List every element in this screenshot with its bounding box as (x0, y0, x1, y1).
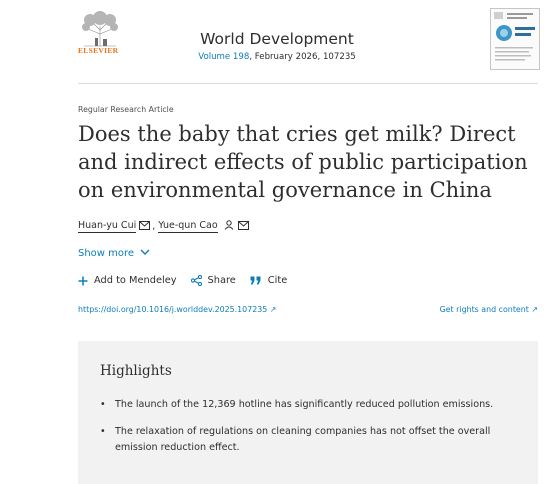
add-to-mendeley-label: Add to Mendeley (94, 275, 177, 286)
quote-icon (250, 276, 262, 285)
rights-link[interactable]: Get rights and content ↗ (440, 305, 538, 314)
journal-cover[interactable] (490, 8, 540, 70)
list-item: The launch of the 12,369 hotline has sig… (100, 397, 500, 413)
highlights-list: The launch of the 12,369 hotline has sig… (100, 397, 500, 467)
article-title: Does the baby that cries get milk? Direc… (78, 122, 528, 202)
author-separator: , (152, 221, 156, 232)
author-link[interactable]: Huan-yu Cui (78, 220, 137, 233)
person-icon[interactable] (224, 220, 234, 233)
share-button[interactable]: Share (190, 275, 236, 286)
article-type: Regular Research Article (78, 105, 174, 114)
issue-info: , February 2026, 107235 (249, 52, 356, 62)
external-link-icon: ↗ (269, 305, 277, 314)
journal-title[interactable]: World Development (0, 30, 554, 48)
mail-icon[interactable] (237, 220, 249, 233)
external-link-icon: ↗ (531, 305, 538, 314)
highlights-title: Highlights (100, 363, 172, 379)
cite-button[interactable]: Cite (250, 275, 287, 286)
author-link[interactable]: Yue-qun Cao (158, 220, 218, 233)
list-item: The relaxation of regulations on cleanin… (100, 424, 500, 456)
plus-icon (78, 276, 88, 286)
cite-label: Cite (267, 275, 288, 286)
share-label: Share (207, 275, 236, 286)
show-more-button[interactable]: Show more (78, 248, 150, 259)
rights-text: Get rights and content (439, 305, 529, 314)
doi-link[interactable]: https://doi.org/10.1016/j.worlddev.2025.… (78, 305, 276, 314)
doi-text: https://doi.org/10.1016/j.worlddev.2025.… (78, 305, 268, 314)
mail-icon[interactable] (139, 220, 151, 233)
action-bar: Add to Mendeley Share Cite (78, 275, 301, 286)
author-list: Huan-yu Cui , Yue-qun Cao (78, 220, 249, 233)
header-divider (78, 83, 538, 84)
add-to-mendeley-button[interactable]: Add to Mendeley (78, 275, 177, 286)
volume-link[interactable]: Volume 198 (198, 52, 249, 62)
share-icon (190, 275, 202, 286)
chevron-down-icon (140, 248, 150, 259)
journal-meta: Volume 198, February 2026, 107235 (0, 52, 554, 62)
show-more-label: Show more (78, 248, 135, 259)
cover-thumbnail-icon (494, 12, 535, 61)
